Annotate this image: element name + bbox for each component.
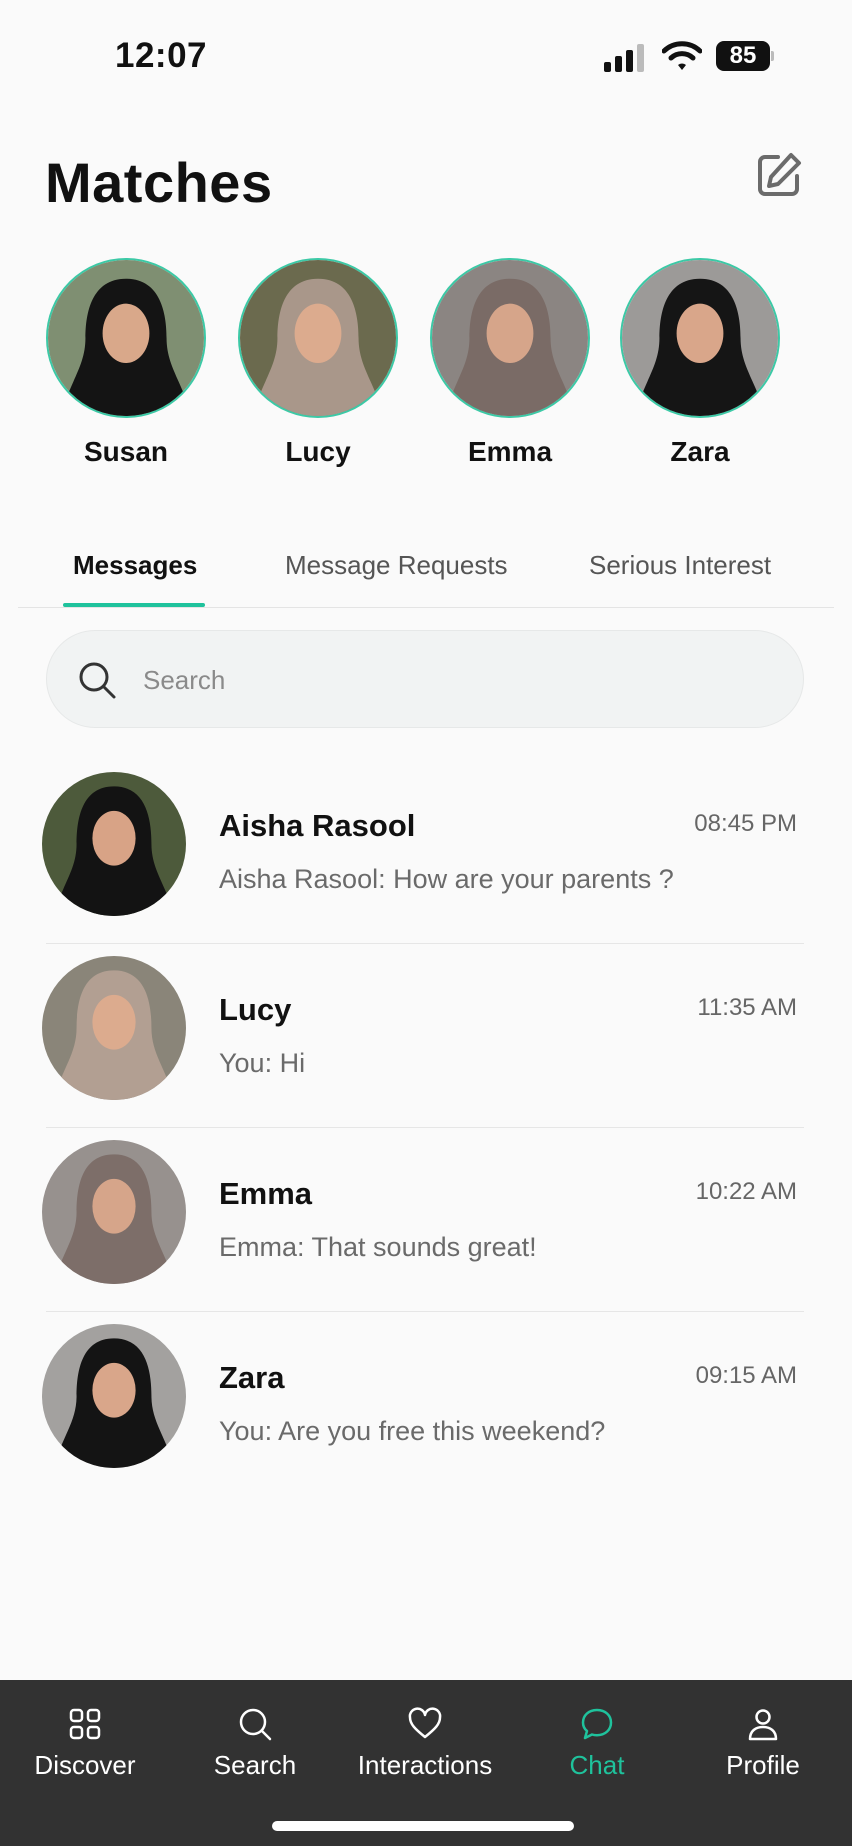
battery-cap (771, 51, 774, 61)
tab-serious-interest[interactable]: Serious Interest (589, 550, 771, 581)
conversation-row[interactable]: Aisha Rasool 08:45 PM Aisha Rasool: How … (0, 760, 852, 944)
page-title: Matches (45, 151, 273, 214)
nav-label: Chat (569, 1750, 625, 1780)
active-tab-indicator (63, 603, 205, 607)
avatar-image (48, 260, 204, 416)
conversation-time: 11:35 AM (697, 994, 797, 1021)
conversation-time: 09:15 AM (695, 1362, 797, 1389)
conversation-name: Lucy (219, 992, 292, 1027)
match-name: Susan (83, 436, 169, 467)
avatar-image (240, 260, 396, 416)
conversation-row[interactable]: Emma 10:22 AM Emma: That sounds great! (0, 1128, 852, 1312)
nav-discover[interactable]: Discover (0, 1706, 170, 1781)
match-item[interactable]: Emma (430, 258, 590, 468)
avatar-image (432, 260, 588, 416)
conversation-row[interactable]: Lucy 11:35 AM You: Hi (0, 944, 852, 1128)
search-bar[interactable] (46, 630, 804, 728)
nav-search[interactable]: Search (170, 1706, 340, 1781)
match-name: Zara (670, 436, 730, 467)
tab-message-requests[interactable]: Message Requests (285, 550, 508, 581)
conversation-time: 08:45 PM (694, 810, 797, 837)
cellular-signal-icon (604, 44, 644, 72)
conversation-name: Emma (219, 1176, 313, 1211)
conversation-avatar[interactable] (42, 1324, 186, 1468)
search-icon (79, 662, 116, 699)
nav-profile[interactable]: Profile (678, 1706, 848, 1781)
compose-edit-icon[interactable] (754, 150, 804, 200)
nav-label: Interactions (357, 1750, 493, 1780)
status-time: 12:07 (115, 36, 208, 75)
wifi-icon (662, 41, 702, 70)
match-avatar[interactable] (430, 258, 590, 418)
nav-label: Discover (34, 1750, 136, 1780)
search-input[interactable] (143, 659, 743, 701)
avatar-image (42, 1324, 186, 1468)
status-bar: 12:07 85 (0, 0, 852, 110)
avatar-image (42, 772, 186, 916)
match-name: Emma (467, 436, 553, 467)
match-avatar[interactable] (620, 258, 780, 418)
message-tabs: Messages Message Requests Serious Intere… (18, 540, 834, 608)
matches-row: Susan Lucy Emma Zara (0, 258, 852, 478)
search-icon (239, 1708, 272, 1741)
nav-label: Profile (726, 1750, 800, 1780)
battery-level: 85 (716, 41, 770, 71)
conversation-preview: Aisha Rasool: How are your parents ? (219, 864, 674, 894)
conversation-name: Aisha Rasool (219, 808, 416, 843)
match-item[interactable]: Zara (620, 258, 780, 468)
conversation-row[interactable]: Zara 09:15 AM You: Are you free this wee… (0, 1312, 852, 1496)
match-item[interactable]: Susan (46, 258, 206, 468)
conversation-preview: Emma: That sounds great! (219, 1232, 537, 1262)
match-avatar[interactable] (46, 258, 206, 418)
person-icon (748, 1709, 778, 1741)
grid-icon (69, 1708, 101, 1740)
avatar-image (42, 1140, 186, 1284)
nav-label: Search (213, 1750, 297, 1780)
match-name: Lucy (285, 436, 351, 467)
nav-interactions[interactable]: Interactions (340, 1706, 510, 1781)
heart-icon (408, 1707, 442, 1739)
conversation-preview: You: Hi (219, 1048, 306, 1078)
avatar-image (622, 260, 778, 416)
avatar-image (42, 956, 186, 1100)
conversation-avatar[interactable] (42, 1140, 186, 1284)
conversation-avatar[interactable] (42, 956, 186, 1100)
home-indicator (272, 1821, 574, 1831)
tab-messages[interactable]: Messages (73, 550, 197, 581)
conversation-time: 10:22 AM (695, 1178, 797, 1205)
nav-chat[interactable]: Chat (512, 1706, 682, 1781)
conversation-preview: You: Are you free this weekend? (219, 1416, 606, 1446)
battery-indicator: 85 (716, 41, 774, 71)
conversation-name: Zara (219, 1360, 285, 1395)
match-avatar[interactable] (238, 258, 398, 418)
chat-bubble-icon (581, 1708, 613, 1740)
match-item[interactable]: Lucy (238, 258, 398, 468)
conversation-list: Aisha Rasool 08:45 PM Aisha Rasool: How … (0, 760, 852, 1496)
conversation-avatar[interactable] (42, 772, 186, 916)
